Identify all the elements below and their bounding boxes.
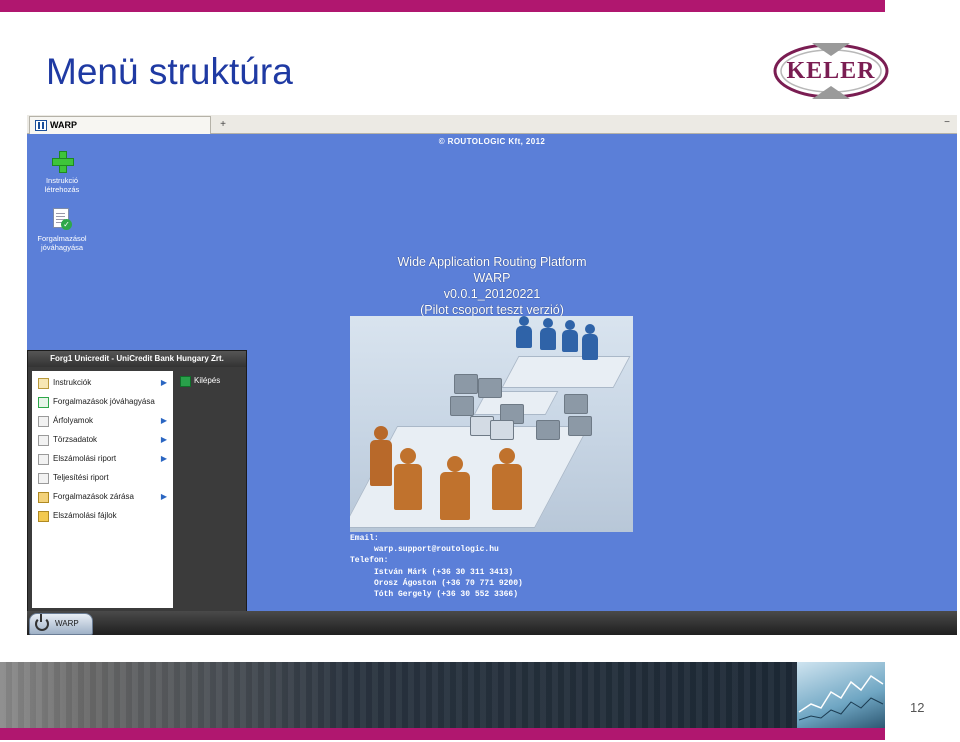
email-address[interactable]: warp.support@routologic.hu <box>350 544 523 555</box>
contact-person: Tóth Gergely (+36 30 552 3366) <box>374 590 519 600</box>
list-icon <box>38 435 49 446</box>
desktop-icon-label: jóváhagyása <box>40 243 84 252</box>
app-info: Wide Application Routing Platform WARP v… <box>327 254 657 318</box>
logo-text: KELER <box>786 58 876 84</box>
teamwork-illustration <box>350 316 633 532</box>
taskbar: WARP <box>27 611 957 635</box>
menu-item-label: Instrukciók <box>53 378 92 387</box>
contact-person: István Márk (+36 30 311 3413) <box>374 567 514 577</box>
contact-person: Orosz Ágoston (+36 70 771 9200) <box>374 578 523 588</box>
start-button-label: WARP <box>55 619 79 628</box>
menu-item-settlement-report[interactable]: Elszámolási riport ▶ <box>32 449 173 468</box>
lock-icon <box>38 492 49 503</box>
bottom-decorative-band <box>0 662 885 728</box>
menu-item-label: Teljesítési riport <box>53 473 109 482</box>
app-info-line: Wide Application Routing Platform <box>397 255 587 269</box>
menu-item-close-distributions[interactable]: Forgalmazások zárása ▶ <box>32 487 173 506</box>
report-icon <box>38 454 49 465</box>
menu-item-label: Elszámolási fájlok <box>53 511 117 520</box>
start-menu-items: Instrukciók ▶ Forgalmazások jóváhagyása … <box>32 371 173 608</box>
menu-item-settlement-files[interactable]: Elszámolási fájlok <box>32 506 173 525</box>
menu-item-master-data[interactable]: Törzsadatok ▶ <box>32 430 173 449</box>
document-check-icon: ✓ <box>50 207 74 231</box>
copyright-text: © ROUTOLOGIC Kft, 2012 <box>438 137 546 146</box>
menu-item-label: Forgalmazások jóváhagyása <box>53 397 155 406</box>
menu-item-label: Elszámolási riport <box>53 454 117 463</box>
exit-icon <box>180 376 191 387</box>
desktop-icon-label: Instrukció <box>45 176 79 185</box>
submenu-arrow-icon: ▶ <box>160 454 167 463</box>
stock-chart-graphic <box>798 674 884 721</box>
page-number: 12 <box>910 700 925 715</box>
menu-item-instructions[interactable]: Instrukciók ▶ <box>32 373 173 392</box>
phone-label: Telefon: <box>350 556 389 566</box>
menu-item-label: Forgalmazások zárása <box>53 492 134 501</box>
plus-icon <box>50 149 74 173</box>
warp-app-icon <box>35 120 47 131</box>
chart-icon <box>38 416 49 427</box>
stock-chart-thumbnail <box>797 662 885 728</box>
submenu-arrow-icon: ▶ <box>160 416 167 425</box>
folder-icon <box>38 511 49 522</box>
logout-label: Kilépés <box>194 376 221 385</box>
desktop-icon-create-instruction[interactable]: Instrukció létrehozás <box>27 149 97 194</box>
start-menu-header: Forg1 Unicredit - UniCredit Bank Hungary… <box>28 351 246 367</box>
start-menu-right-pane: Kilépés <box>176 371 242 411</box>
email-label: Email: <box>350 534 379 543</box>
desktop-icon-approve-distributions[interactable]: ✓ Forgalmazásol jóváhagyása <box>27 207 97 252</box>
menu-item-label: Törzsadatok <box>53 435 98 444</box>
submenu-arrow-icon: ▶ <box>160 435 167 444</box>
menu-item-approve-distributions[interactable]: Forgalmazások jóváhagyása <box>32 392 173 411</box>
tab-warp[interactable]: WARP <box>29 116 211 134</box>
table-icon <box>38 473 49 484</box>
app-screenshot: WARP + − Instrukció létrehozás ✓ Forgalm… <box>27 115 957 635</box>
tab-label: WARP <box>50 120 77 130</box>
submenu-arrow-icon: ▶ <box>160 492 167 501</box>
desktop-icon-label: Forgalmazásol <box>37 234 87 243</box>
slide-title: Menü struktúra <box>46 51 293 92</box>
contact-info: Email: warp.support@routologic.hu Telefo… <box>350 533 523 600</box>
clipboard-icon <box>38 378 49 389</box>
desktop-icon-label: létrehozás <box>44 185 80 194</box>
tab-bar: WARP + − <box>27 115 957 134</box>
app-info-line: WARP <box>473 271 511 285</box>
start-menu: Forg1 Unicredit - UniCredit Bank Hungary… <box>27 350 247 613</box>
minimize-button[interactable]: − <box>941 116 953 132</box>
keler-logo: KELER <box>772 42 890 100</box>
top-accent-bar <box>0 0 885 12</box>
menu-item-rates[interactable]: Árfolyamok ▶ <box>32 411 173 430</box>
submenu-arrow-icon: ▶ <box>160 378 167 387</box>
start-button[interactable]: WARP <box>29 613 93 635</box>
new-tab-button[interactable]: + <box>211 116 235 133</box>
menu-item-label: Árfolyamok <box>53 416 94 425</box>
power-icon <box>35 614 49 631</box>
bottom-accent-bar <box>0 728 885 740</box>
app-info-line: v0.0.1_20120221 <box>443 287 541 301</box>
document-check-icon <box>38 397 49 408</box>
menu-item-performance-report[interactable]: Teljesítési riport <box>32 468 173 487</box>
